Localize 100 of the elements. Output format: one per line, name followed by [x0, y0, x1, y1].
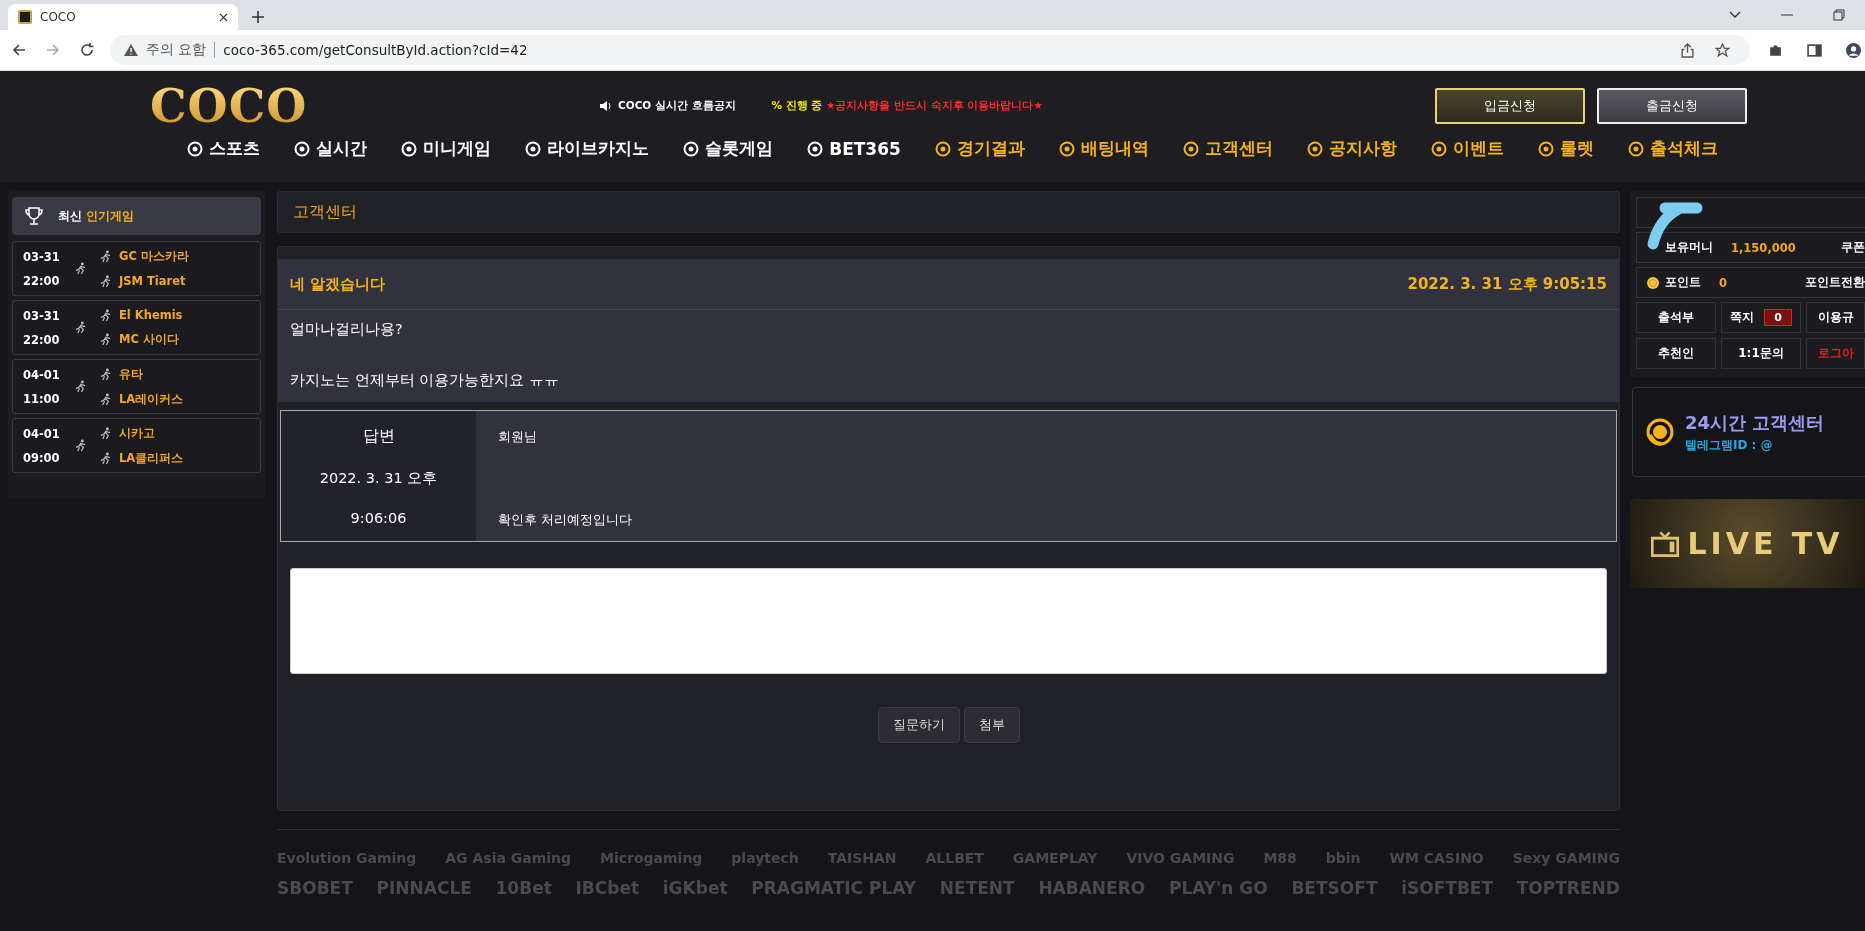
circle-icon: [1430, 140, 1447, 157]
live-tv-label: LIVE TV: [1687, 526, 1844, 561]
nav-link[interactable]: 라이브카지노: [525, 137, 650, 160]
circle-icon: [187, 140, 204, 157]
account-link[interactable]: 출석부: [1636, 302, 1716, 333]
form-button[interactable]: 질문하기: [877, 707, 960, 743]
runner-icon: [75, 262, 86, 275]
sidebar-title: 최신 인기게임: [58, 207, 135, 225]
game-card[interactable]: 04-01 09:00 시카고 LA클리퍼스: [12, 418, 261, 473]
game-card[interactable]: 04-01 11:00 유타 LA레이커스: [12, 359, 261, 414]
team-name: GC 마스카라: [119, 249, 189, 264]
game-date: 03-31: [23, 308, 61, 323]
runner-icon: [75, 439, 86, 452]
account-link[interactable]: 1:1문의: [1721, 338, 1801, 369]
point-convert-link[interactable]: 포인트전환: [1805, 275, 1865, 290]
money-label: 보유머니: [1665, 240, 1713, 255]
message-subject: 네 알겠습니다: [290, 274, 386, 294]
nav-link[interactable]: 스포츠: [187, 137, 261, 160]
game-card[interactable]: 03-31 22:00 El Khemis MC 사이다: [12, 300, 261, 355]
runner-icon: [100, 333, 111, 346]
game-date: 04-01: [23, 367, 61, 382]
team-name: JSM Tiaret: [119, 274, 186, 288]
runner-icon: [100, 250, 111, 263]
team-name: El Khemis: [119, 308, 183, 322]
live-tv-banner[interactable]: LIVE TV: [1630, 499, 1865, 588]
support-title: 24시간 고객센터: [1685, 410, 1825, 435]
speaker-icon: [600, 101, 612, 111]
ticker-text: % 진행 중 ★공지사항을 반드시 숙지후 이용바랍니다★: [771, 99, 1043, 113]
team-name: MC 사이다: [119, 332, 179, 347]
message-text: 얼마나걸리나용?: [290, 320, 404, 339]
circle-icon: [294, 140, 311, 157]
game-time: 11:00: [23, 391, 61, 406]
count-badge: 0: [1764, 309, 1792, 326]
circle-icon: [1537, 140, 1554, 157]
restore-icon[interactable]: [1833, 9, 1845, 21]
circle-icon: [1306, 140, 1323, 157]
sidebar-icon[interactable]: [1807, 42, 1822, 58]
runner-icon: [100, 426, 111, 440]
answer-date: 2022. 3. 31 오후: [319, 469, 438, 488]
coupon-link[interactable]: 쿠폰: [1841, 240, 1865, 255]
nav-link[interactable]: 경기결과: [934, 137, 1025, 160]
nav-link[interactable]: 공지사항: [1306, 137, 1397, 160]
close-icon[interactable]: [219, 12, 228, 22]
new-tab-icon[interactable]: [252, 11, 264, 23]
browser-tab[interactable]: COCO: [8, 4, 238, 30]
game-card[interactable]: 03-31 22:00 GC 마스카라 JSM Tiaret: [12, 241, 261, 296]
game-date: 04-01: [23, 426, 61, 441]
site-favicon-icon: [18, 10, 32, 24]
support-banner[interactable]: 24시간 고객센터 텔레그램ID : @: [1632, 387, 1865, 477]
answer-time: 9:06:06: [350, 510, 407, 526]
warning-icon: [124, 44, 138, 56]
back-icon[interactable]: [12, 43, 26, 57]
runner-icon: [75, 380, 86, 393]
runner-icon: [100, 308, 111, 322]
address-bar[interactable]: 주의 요함 coco-365.com/getConsultById.action?cId=42: [110, 35, 1750, 65]
circle-icon: [934, 140, 951, 157]
nav-link[interactable]: 이벤트: [1430, 137, 1504, 160]
game-date: 03-31: [23, 249, 61, 264]
nav-link[interactable]: BET365: [807, 137, 901, 160]
money-value: 1,150,000: [1731, 240, 1796, 255]
circle-icon: [1627, 140, 1644, 157]
nav-link[interactable]: 룰렛: [1537, 137, 1594, 160]
notice-label: COCO 실시간 흐름공지: [618, 99, 736, 113]
page-title: 고객센터: [277, 191, 1620, 233]
message-input[interactable]: [290, 568, 1607, 674]
account-link[interactable]: 추천인: [1636, 338, 1716, 369]
runner-icon: [100, 392, 111, 406]
answer-text: 회원님: [498, 429, 538, 446]
runner-icon: [75, 321, 86, 334]
withdraw-button[interactable]: 출금신청: [1597, 88, 1747, 124]
point-label: 포인트: [1665, 275, 1701, 290]
runner-icon: [100, 451, 111, 465]
nav-link[interactable]: 고객센터: [1182, 137, 1273, 160]
runner-icon: [100, 367, 111, 381]
account-link[interactable]: 로그아: [1806, 338, 1865, 369]
deposit-button[interactable]: 입금신청: [1435, 88, 1585, 124]
account-link[interactable]: 이용규: [1806, 302, 1865, 333]
answer-label: 답변: [362, 426, 395, 447]
team-name: LA클리퍼스: [119, 450, 184, 466]
star-icon[interactable]: [1715, 42, 1730, 58]
account-link[interactable]: 쪽지 0: [1721, 302, 1801, 333]
form-button[interactable]: 첨부: [963, 707, 1020, 743]
message-date: 2022. 3. 31 오후 9:05:15: [1407, 274, 1607, 294]
nav-link[interactable]: 배팅내역: [1058, 137, 1149, 160]
tab-title: COCO: [40, 10, 77, 24]
profile-icon[interactable]: [1846, 42, 1861, 58]
message-text: 카지노는 언제부터 이용가능한지요 ㅠㅠ: [290, 371, 560, 390]
share-icon[interactable]: [1680, 42, 1695, 58]
reload-icon[interactable]: [80, 43, 94, 57]
url-text: coco-365.com/getConsultById.action?cId=42: [223, 42, 528, 58]
circle-icon: [807, 140, 824, 157]
team-name: LA레이커스: [119, 391, 184, 407]
circle-icon: [1058, 140, 1075, 157]
nav-link[interactable]: 출석체크: [1627, 137, 1718, 160]
nav-link[interactable]: 슬롯게임: [683, 137, 774, 160]
coin-icon: [1647, 276, 1659, 289]
nav-link[interactable]: 미니게임: [401, 137, 492, 160]
security-label: 주의 요함: [146, 41, 207, 59]
team-name: 유타: [119, 366, 143, 382]
nav-link[interactable]: 실시간: [294, 137, 368, 160]
